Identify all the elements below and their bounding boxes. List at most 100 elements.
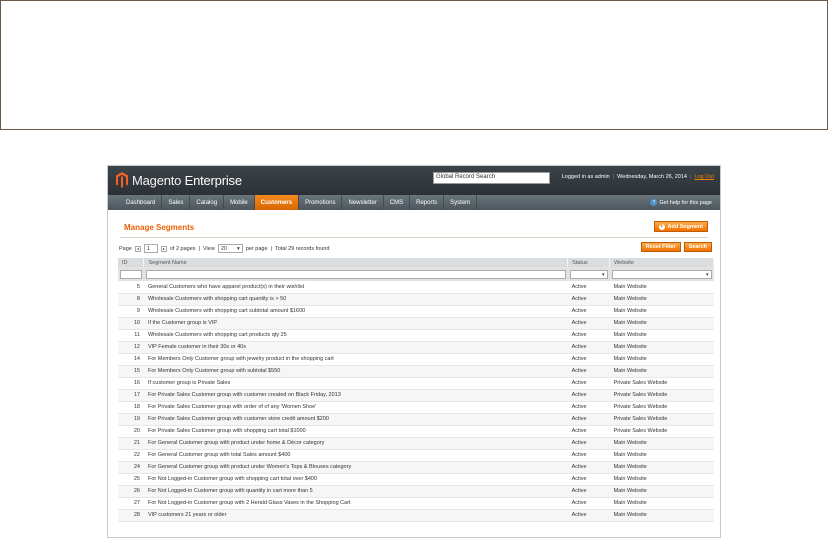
col-status-header[interactable]: Status	[567, 258, 611, 267]
table-row[interactable]: 12 VIP Female customer in their 30s or 40…	[118, 341, 714, 354]
logo-brand: Magento	[132, 172, 182, 188]
table-row[interactable]: 21 For General Customer group with produc…	[118, 437, 714, 450]
nav-reports[interactable]: Reports	[410, 195, 445, 210]
pager: Page ◂ 1 ▸ of 2 pages | View 20 ▾ per pag…	[119, 244, 329, 253]
page-label: Page	[119, 245, 132, 252]
cell-id: 5	[118, 281, 144, 294]
cell-status: Active	[567, 329, 610, 342]
logo[interactable]: Magento Enterprise	[116, 172, 242, 188]
website-filter-select[interactable]: ▾	[611, 269, 712, 279]
cell-website: Main Website	[609, 353, 714, 366]
prev-page-icon[interactable]: ◂	[134, 245, 141, 252]
title-row: Manage Segments + Add Segment	[120, 210, 708, 238]
nav-catalog[interactable]: Catalog	[190, 195, 225, 210]
col-name-header[interactable]: Segment Name	[143, 258, 569, 267]
nav-dashboard[interactable]: Dashboard	[120, 195, 163, 210]
table-row[interactable]: 19 For Private Sales Customer group with …	[118, 413, 714, 426]
cell-status: Active	[567, 341, 610, 354]
cell-website: Main Website	[609, 341, 714, 354]
cell-segment-name: For Not Logged-in Customer group with 2 …	[143, 497, 568, 510]
nav-customers[interactable]: Customers	[254, 195, 300, 210]
table-row[interactable]: 26 For Not Logged-in Customer group with …	[118, 485, 714, 498]
col-id-header[interactable]: ID	[118, 258, 145, 267]
cell-id: 20	[118, 425, 144, 438]
cell-id: 22	[118, 449, 144, 462]
table-row[interactable]: 5 General Customers who have apparel prod…	[118, 281, 714, 294]
name-filter-input[interactable]	[145, 269, 566, 279]
cell-segment-name: For Private Sales Customer group with sh…	[143, 425, 568, 438]
table-row[interactable]: 9 Wholesale Customers with shopping cart …	[118, 305, 714, 318]
cell-segment-name: For General Customer group with total Sa…	[143, 449, 568, 462]
separator: |	[689, 174, 692, 180]
cell-segment-name: For Private Sales Customer group with cu…	[143, 413, 568, 426]
table-row[interactable]: 10 If the Customer group is VIP Active Main…	[118, 317, 714, 330]
cell-website: Main Website	[609, 281, 714, 294]
table-row[interactable]: 8 Wholesale Customers with shopping cart …	[118, 293, 714, 306]
plus-icon: +	[658, 223, 665, 230]
nav-sales[interactable]: Sales	[162, 195, 191, 210]
table-row[interactable]: 24 For General Customer group with produc…	[118, 461, 714, 474]
cell-status: Active	[567, 293, 610, 306]
cell-status: Active	[567, 461, 610, 474]
reset-filter-button[interactable]: Reset Filter	[640, 242, 681, 252]
nav-system[interactable]: System	[444, 195, 478, 210]
next-page-icon[interactable]: ▸	[160, 245, 167, 252]
nav-mobile[interactable]: Mobile	[224, 195, 255, 210]
nav-newsletter[interactable]: Newsletter	[342, 195, 384, 210]
cell-segment-name: For General Customer group with product …	[143, 437, 568, 450]
table-row[interactable]: 28 VIP customers 21 years or older Active M…	[118, 509, 714, 522]
table-row[interactable]: 22 For General Customer group with total …	[118, 449, 714, 462]
admin-screenshot: Magento Enterprise Global Record Search …	[107, 165, 721, 538]
cell-status: Active	[567, 437, 610, 450]
table-row[interactable]: 14 For Members Only Customer group with j…	[118, 353, 714, 366]
table-row[interactable]: 18 For Private Sales Customer group with …	[118, 401, 714, 414]
cell-website: Main Website	[609, 485, 714, 498]
cell-segment-name: For Members Only Customer group with sub…	[143, 365, 568, 378]
nav-cms[interactable]: CMS	[384, 195, 411, 210]
help-label: Get help for this page	[659, 199, 712, 206]
cell-id: 26	[118, 485, 144, 498]
cell-id: 25	[118, 473, 144, 486]
cell-id: 8	[118, 293, 144, 306]
cell-website: Main Website	[609, 461, 714, 474]
page-number-input[interactable]: 1	[143, 244, 158, 253]
admin-header: Magento Enterprise Global Record Search …	[108, 166, 720, 195]
cell-segment-name: For Private Sales Customer group with or…	[143, 401, 568, 414]
pager-row: Page ◂ 1 ▸ of 2 pages | View 20 ▾ per pag…	[116, 238, 712, 258]
main-nav: Dashboard Sales Catalog Mobile Customers…	[108, 195, 720, 210]
cell-status: Active	[567, 413, 610, 426]
table-row[interactable]: 27 For Not Logged-in Customer group with …	[118, 497, 714, 510]
logout-link[interactable]: Log Out	[694, 174, 714, 180]
add-segment-button[interactable]: + Add Segment	[653, 221, 708, 232]
per-page-select[interactable]: 20 ▾	[217, 244, 243, 253]
segments-grid: ID Segment Name Status Website ▾ ▾ 5 Gene…	[118, 258, 714, 522]
table-row[interactable]: 20 For Private Sales Customer group with …	[118, 425, 714, 438]
cell-status: Active	[567, 473, 610, 486]
table-row[interactable]: 11 Wholesale Customers with shopping cart…	[118, 329, 714, 342]
global-search-input[interactable]: Global Record Search	[433, 172, 550, 184]
table-row[interactable]: 25 For Not Logged-in Customer group with …	[118, 473, 714, 486]
cell-segment-name: For Private Sales Customer group with cu…	[143, 389, 568, 402]
cell-segment-name: VIP Female customer in their 30s or 40s	[143, 341, 568, 354]
logo-suffix: Enterprise	[181, 172, 242, 188]
col-website-header[interactable]: Website	[609, 258, 714, 267]
search-button[interactable]: Search	[683, 242, 712, 252]
chevron-down-icon: ▾	[237, 245, 240, 252]
cell-id: 16	[118, 377, 144, 390]
id-filter-input[interactable]	[120, 269, 142, 279]
cell-website: Main Website	[609, 449, 714, 462]
cell-status: Active	[567, 377, 610, 390]
cell-website: Main Website	[609, 509, 714, 522]
separator: |	[612, 174, 615, 180]
help-link[interactable]: ? Get help for this page	[650, 199, 712, 206]
cell-website: Private Sales Website	[609, 389, 714, 402]
status-filter-select[interactable]: ▾	[569, 269, 608, 279]
table-row[interactable]: 16 If customer group is Private Sales Acti…	[118, 377, 714, 390]
cell-status: Active	[567, 353, 610, 366]
nav-promotions[interactable]: Promotions	[299, 195, 343, 210]
table-row[interactable]: 15 For Members Only Customer group with s…	[118, 365, 714, 378]
cell-website: Main Website	[609, 305, 714, 318]
cell-id: 17	[118, 389, 144, 402]
filter-cell: ▾	[609, 267, 714, 281]
table-row[interactable]: 17 For Private Sales Customer group with …	[118, 389, 714, 402]
